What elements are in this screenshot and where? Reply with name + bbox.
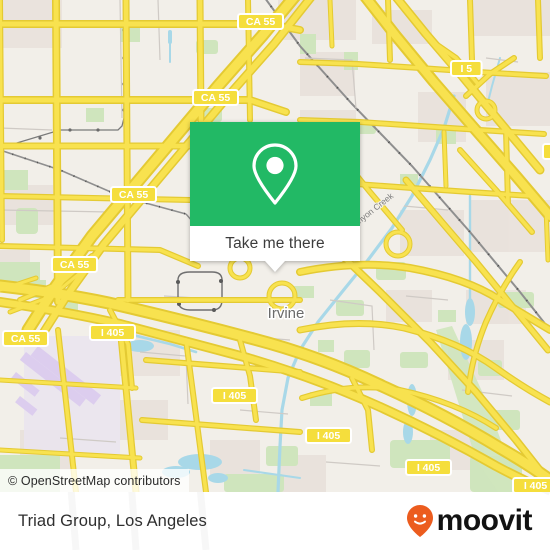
highway-shield: I 405 (211, 387, 258, 404)
footer-bar: Triad Group, Los Angeles moovit (0, 492, 550, 550)
location-title: Triad Group, Los Angeles (18, 511, 207, 530)
location-pin-icon (252, 143, 298, 205)
highway-shield-label: I 405 (417, 462, 441, 474)
highway-shield: I 405 (405, 459, 452, 476)
moovit-pin-icon (406, 505, 433, 537)
highway-shield-label: CA 55 (201, 92, 231, 104)
highway-shield: I 405 (89, 324, 136, 341)
map-canvas[interactable]: Irvine Peters Canyon Creek CA 55 CA 55 CA … (0, 0, 550, 492)
highway-shield-label: CA 55 (60, 259, 90, 271)
highway-shield: I 405 (305, 427, 352, 444)
osm-attribution[interactable]: © OpenStreetMap contributors (0, 469, 189, 492)
highway-shield: I 5 (542, 143, 550, 160)
highway-shield-label: I 405 (223, 390, 247, 402)
take-me-there-button[interactable]: Take me there (190, 226, 360, 272)
highway-shield-label: I 5 (460, 63, 472, 75)
card-pointer-tail (265, 261, 285, 272)
highway-shield-label: CA 55 (246, 16, 276, 28)
highway-shield: CA 55 (110, 186, 157, 203)
highway-shield: I 405 (512, 477, 550, 492)
highway-shield-label: I 405 (317, 430, 341, 442)
map-place-label: Irvine (268, 305, 305, 322)
destination-card[interactable]: Take me there (190, 122, 360, 272)
highway-shield: I 5 (450, 60, 483, 77)
destination-card-header (190, 122, 360, 226)
highway-shield-label: I 405 (101, 327, 125, 339)
take-me-there-label: Take me there (225, 234, 325, 252)
map-place-labels: Irvine (266, 304, 306, 324)
highway-shield: CA 55 (192, 89, 239, 106)
highway-shield-label: CA 55 (11, 333, 41, 345)
highway-shield: CA 55 (2, 330, 49, 347)
highway-shield: CA 55 (51, 256, 98, 273)
osm-attribution-text: © OpenStreetMap contributors (8, 473, 181, 488)
highway-shield: CA 55 (237, 13, 284, 30)
moovit-logo[interactable]: moovit (406, 504, 533, 538)
moovit-wordmark: moovit (436, 504, 533, 537)
highway-shield-label: CA 55 (119, 189, 149, 201)
highway-shield-label: I 405 (524, 480, 548, 492)
